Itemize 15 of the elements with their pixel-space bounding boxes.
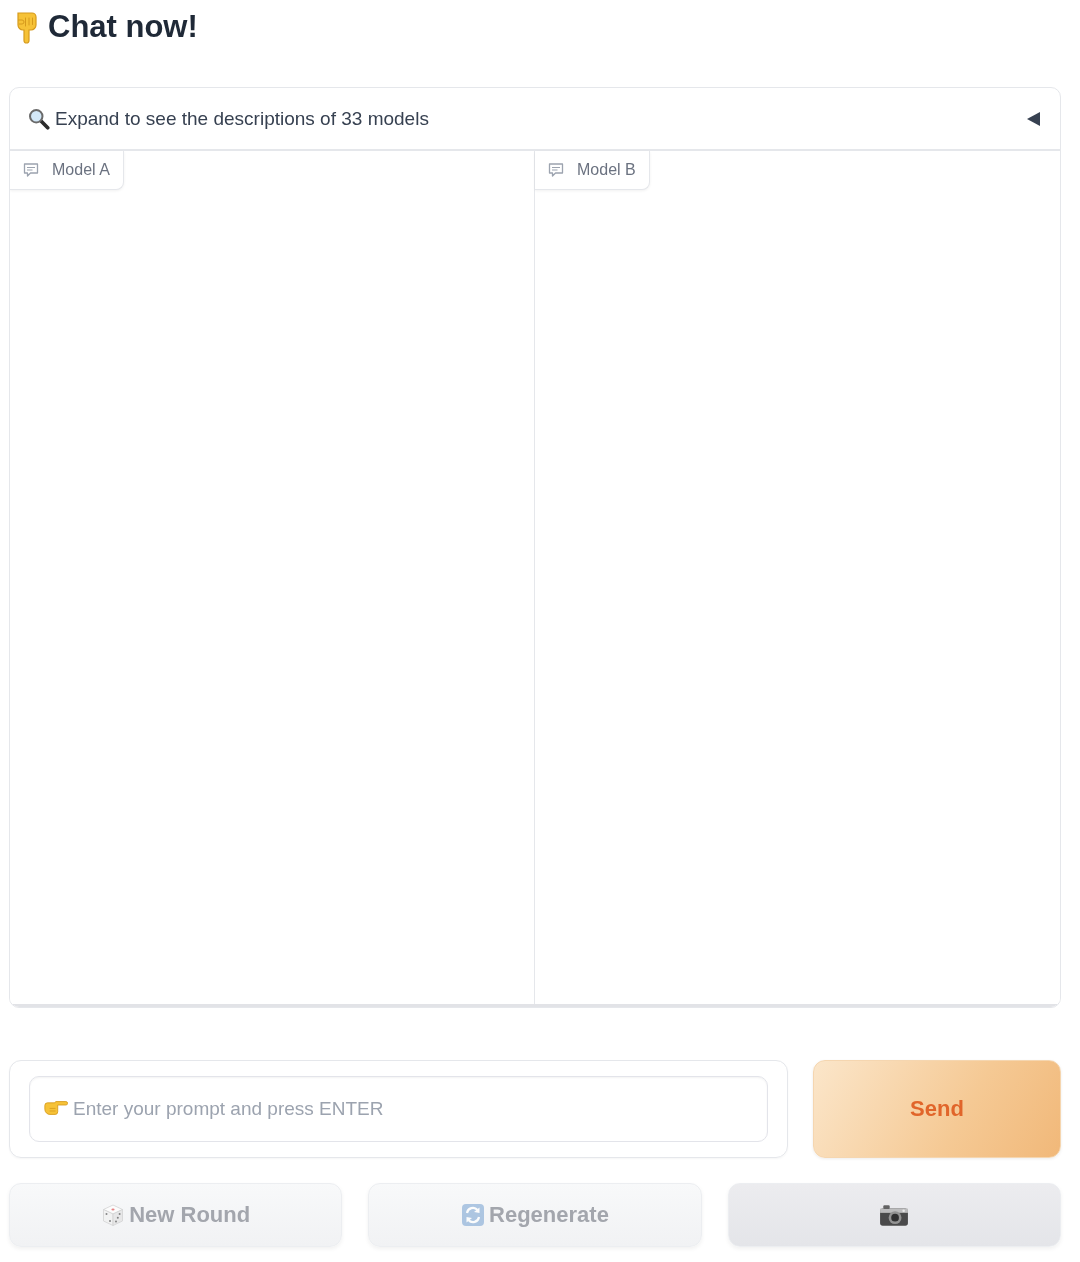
refresh-icon (461, 1203, 486, 1227)
chat-bubble-icon (548, 162, 564, 178)
pointing-down-hand-icon (15, 10, 39, 44)
prompt-input-field[interactable]: Enter your prompt and press ENTER (29, 1076, 768, 1142)
pointing-right-hand-icon (44, 1100, 68, 1116)
chat-bubble-icon (23, 162, 39, 178)
chatbot-label: Model A (52, 161, 110, 179)
send-button[interactable]: Send (813, 1060, 1061, 1158)
dice-icon (101, 1203, 126, 1227)
page-title: Chat now! (48, 9, 198, 45)
caret-icon[interactable] (1027, 111, 1041, 126)
accordion-label[interactable]: Expand to see the descriptions of 33 models (55, 107, 429, 130)
camera-icon (879, 1203, 910, 1227)
chatbot-label: Model B (577, 161, 636, 179)
magnifier-icon (28, 107, 50, 130)
